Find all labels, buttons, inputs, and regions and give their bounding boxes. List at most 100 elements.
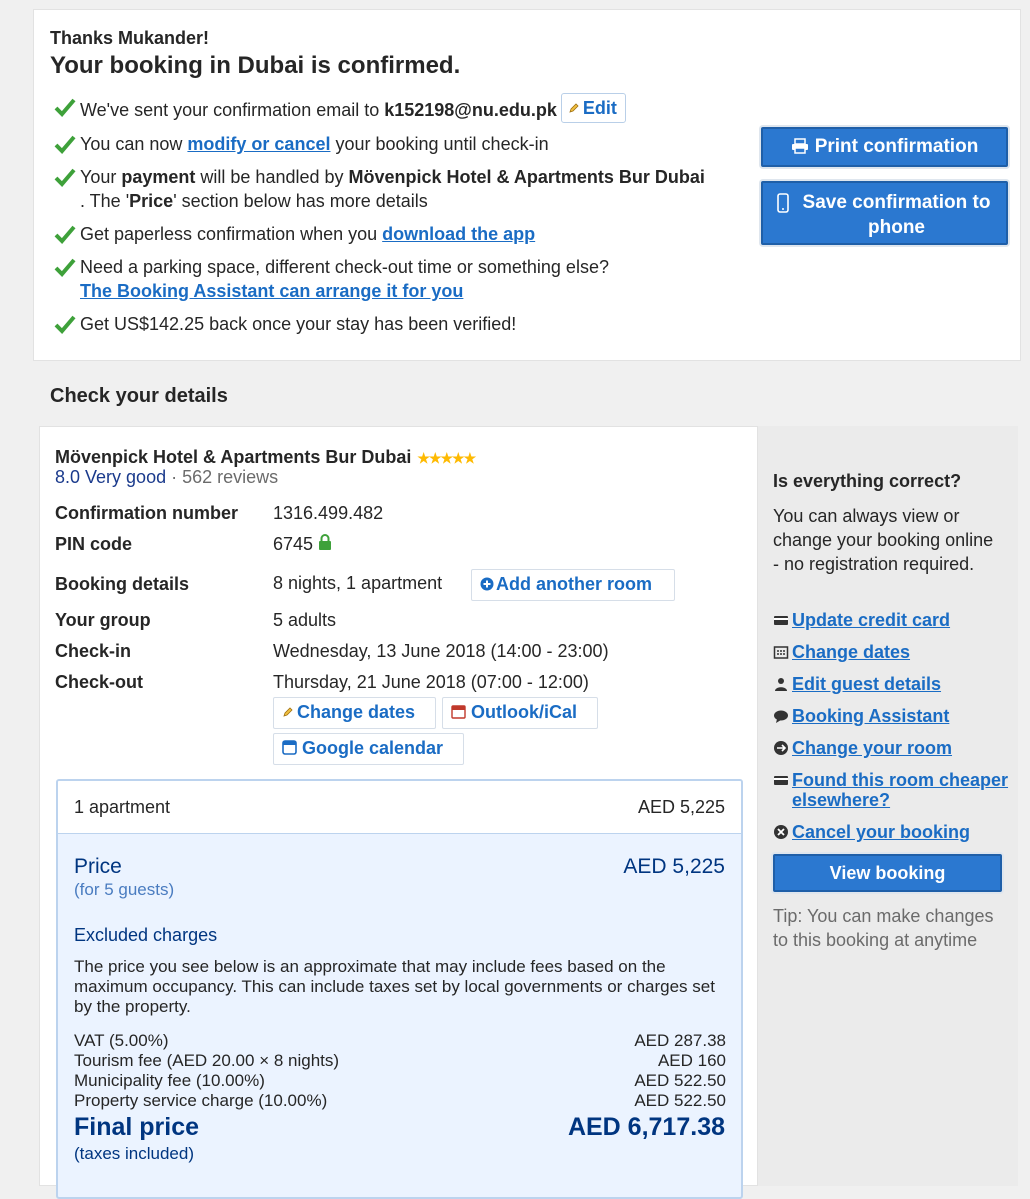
google-calendar-label: Google calendar	[302, 738, 444, 758]
sidebar-link-label: Update credit card	[792, 610, 951, 630]
sidebar-link-update-credit-card[interactable]: Update credit card	[773, 610, 1013, 630]
cashback-line: Get US$142.25 back once your stay has be…	[54, 312, 714, 336]
booking-details-value: 8 nights, 1 apartment	[273, 573, 443, 593]
manage-booking-sidebar: Is everything correct? You can always vi…	[758, 426, 1018, 1186]
sidebar-link-booking-assistant[interactable]: Booking Assistant	[773, 706, 1013, 726]
apartment-row: 1 apartment AED 5,225	[58, 781, 741, 834]
modify-or-cancel-link[interactable]: modify or cancel	[187, 134, 330, 154]
confirmation-number-label: Confirmation number	[55, 503, 238, 523]
checkmark-icon	[54, 135, 76, 154]
rating-separator: ·	[166, 467, 183, 487]
plus-circle-icon	[480, 577, 494, 591]
print-confirmation-button[interactable]: Print confirmation	[761, 127, 1008, 167]
charge-row: Tourism fee (AED 20.00 × 8 nights) AED 16…	[74, 1051, 726, 1071]
outlook-ical-button[interactable]: Outlook/iCal	[442, 697, 598, 729]
charge-label: Property service charge (10.00%)	[74, 1091, 328, 1110]
checkmark-icon	[54, 168, 76, 187]
google-calendar-icon	[282, 740, 297, 755]
paperless-line: Get paperless confirmation when you down…	[54, 222, 714, 246]
group-value: 5 adults	[273, 610, 337, 630]
sidebar-link-change-your-room[interactable]: Change your room	[773, 738, 1013, 758]
save-to-phone-button[interactable]: Save confirmation to phone	[761, 181, 1008, 245]
check-details-heading: Check your details	[50, 385, 228, 407]
payment-price-word: Price	[129, 191, 174, 211]
check-in-value: Wednesday, 13 June 2018 (14:00 - 23:00)	[273, 641, 609, 661]
sidebar-link-label: Edit guest details	[792, 674, 942, 694]
charge-amount: AED 287.38	[634, 1031, 726, 1050]
download-app-link[interactable]: download the app	[382, 224, 535, 244]
sidebar-link-label: Booking Assistant	[792, 706, 950, 726]
charge-label: Tourism fee (AED 20.00 × 8 nights)	[74, 1051, 340, 1070]
check-in-label: Check-in	[55, 641, 132, 661]
modify-line: You can now modify or cancel your bookin…	[54, 132, 714, 156]
price-sub: (for 5 guests)	[74, 880, 175, 899]
add-another-room-button[interactable]: Add another room	[471, 569, 675, 601]
credit-card-icon	[774, 616, 788, 625]
change-dates-button[interactable]: Change dates	[273, 697, 436, 729]
charge-amount: AED 522.50	[634, 1091, 726, 1110]
charge-row: VAT (5.00%) AED 287.38	[74, 1031, 726, 1051]
payment-suffix-b: ' section below has more details	[173, 191, 428, 211]
view-booking-button[interactable]: View booking	[773, 854, 1002, 892]
modify-prefix: You can now	[80, 134, 188, 154]
sidebar-link-found-cheaper[interactable]: Found this room cheaper elsewhere?	[773, 770, 1013, 810]
price-amount: AED 5,225	[623, 855, 725, 878]
payment-mid: will be handled by	[195, 167, 349, 187]
thanks-heading: Thanks Mukander!	[50, 28, 210, 48]
rating-score: 8.0 Very good	[55, 467, 167, 487]
pin-code-label: PIN code	[55, 534, 133, 554]
phone-icon	[777, 193, 789, 213]
cancel-icon	[774, 825, 788, 839]
final-price-amount: AED 6,717.38	[567, 1113, 725, 1141]
check-out-label: Check-out	[55, 672, 144, 692]
charge-label: VAT (5.00%)	[74, 1031, 169, 1050]
confirmation-title: Your booking in Dubai is confirmed.	[50, 52, 461, 79]
paperless-prefix: Get paperless confirmation when you	[80, 224, 383, 244]
booking-details-label: Booking details	[55, 574, 190, 594]
confirmation-card: Thanks Mukander! Your booking in Dubai i…	[33, 9, 1021, 361]
booking-details-card: Mövenpick Hotel & Apartments Bur Dubai ★★…	[39, 426, 758, 1199]
payment-bold: payment	[121, 167, 196, 187]
payment-hotel-name: Mövenpick Hotel & Apartments Bur Dubai	[348, 167, 705, 187]
excluded-charges-description: The price you see below is an approximat…	[74, 957, 715, 1016]
payment-line: Your payment will be handled by Mövenpic…	[54, 165, 714, 213]
parking-line: Need a parking space, different check-ou…	[54, 255, 714, 303]
confirmation-number-value: 1316.499.482	[273, 503, 384, 523]
printer-icon	[791, 138, 808, 154]
email-address: k152198@nu.edu.pk	[384, 100, 557, 120]
outlook-label: Outlook/iCal	[471, 702, 578, 722]
edit-email-button[interactable]: Edit	[560, 93, 626, 123]
sidebar-link-change-dates[interactable]: Change dates	[773, 642, 1013, 662]
sidebar-link-cancel-booking[interactable]: Cancel your booking	[773, 822, 1013, 842]
charge-amount: AED 160	[657, 1051, 726, 1070]
final-price-label: Final price	[74, 1113, 200, 1141]
charge-label: Municipality fee (10.00%)	[74, 1071, 265, 1090]
charge-amount: AED 522.50	[634, 1071, 726, 1090]
checkmark-icon	[54, 98, 76, 117]
google-calendar-button[interactable]: Google calendar	[273, 733, 464, 765]
sidebar-link-label: Change your room	[792, 738, 953, 758]
sidebar-link-label: Change dates	[792, 642, 911, 662]
pencil-icon	[569, 103, 579, 113]
email-sent-text: We've sent your confirmation email to	[80, 100, 385, 120]
payment-prefix: Your	[80, 167, 122, 187]
booking-assistant-link[interactable]: The Booking Assistant can arrange it for…	[80, 281, 463, 301]
pencil-icon	[283, 707, 293, 717]
check-out-value: Thursday, 21 June 2018 (07:00 - 12:00)	[273, 672, 589, 692]
checkmark-icon	[54, 315, 76, 334]
change-dates-label: Change dates	[297, 702, 416, 722]
sidebar-link-label: Cancel your booking	[792, 822, 971, 842]
sidebar-link-edit-guest-details[interactable]: Edit guest details	[773, 674, 1013, 694]
calendar-icon	[451, 705, 466, 719]
sidebar-tip: Tip: You can make changes to this bookin…	[773, 906, 994, 950]
hotel-name-row: Mövenpick Hotel & Apartments Bur Dubai ★★…	[55, 447, 476, 468]
pin-code-value-wrap: 6745	[273, 534, 332, 555]
parking-text: Need a parking space, different check-ou…	[80, 257, 609, 277]
charge-row: Property service charge (10.00%) AED 522.…	[74, 1091, 726, 1111]
chat-icon	[774, 710, 788, 723]
pin-code-value: 6745	[273, 534, 314, 554]
cashback-text: Get US$142.25 back once your stay has be…	[80, 314, 517, 334]
sidebar-link-label: Found this room cheaper elsewhere?	[792, 770, 1009, 810]
person-icon	[775, 678, 787, 691]
add-room-label: Add another room	[496, 574, 652, 594]
